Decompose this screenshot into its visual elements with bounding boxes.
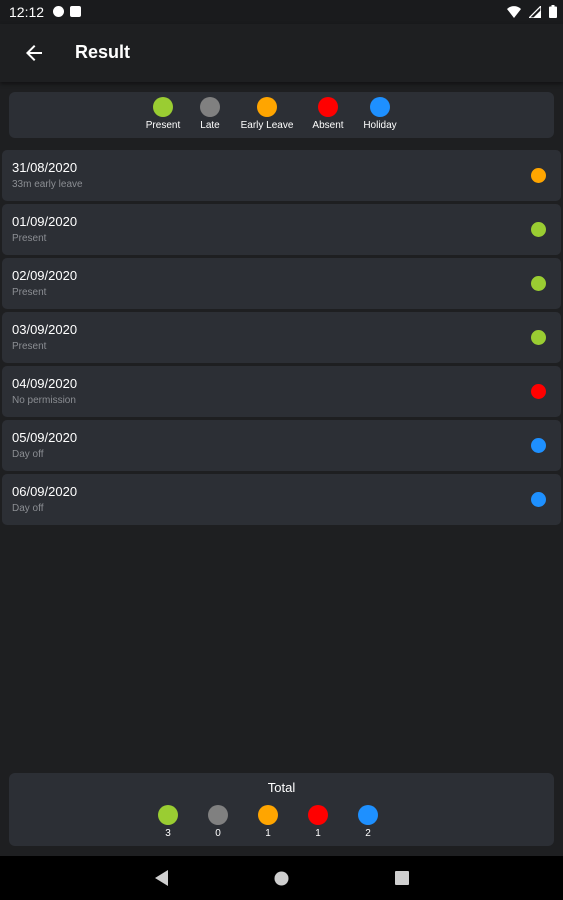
- status-left-icons: [53, 6, 81, 17]
- total-item-present: 3: [153, 805, 183, 839]
- nav-back-icon: [155, 870, 168, 886]
- total-count-absent: 1: [315, 828, 321, 839]
- legend-label-late: Late: [200, 120, 220, 131]
- record-note: Day off: [12, 449, 44, 460]
- record-date: 31/08/2020: [12, 160, 78, 175]
- status-bar: 12:12: [0, 0, 563, 24]
- list-item[interactable]: 01/09/2020 Present: [2, 204, 561, 255]
- list-item[interactable]: 03/09/2020 Present: [2, 312, 561, 363]
- app-bar: Result: [0, 24, 563, 82]
- legend-label-holiday: Holiday: [363, 120, 397, 131]
- record-note: Present: [12, 287, 47, 298]
- list-item[interactable]: 06/09/2020 Day off: [2, 474, 561, 525]
- sd-card-icon: [70, 6, 81, 17]
- total-item-holiday: 2: [353, 805, 383, 839]
- legend-label-early-leave: Early Leave: [240, 120, 294, 131]
- total-card: Total 3 0 1 1 2: [9, 773, 554, 846]
- total-dot-late: [208, 805, 228, 825]
- nav-home-icon: [274, 871, 289, 886]
- record-date: 04/09/2020: [12, 376, 78, 391]
- record-note: Day off: [12, 503, 44, 514]
- system-nav-bar: [0, 856, 563, 900]
- status-dot: [531, 384, 546, 399]
- legend-dot-present: [153, 97, 173, 117]
- page-title: Result: [75, 42, 131, 62]
- record-date: 03/09/2020: [12, 322, 78, 337]
- status-dot: [531, 276, 546, 291]
- legend-item-absent: Absent: [298, 97, 358, 131]
- total-title: Total: [267, 780, 296, 795]
- record-note: Present: [12, 341, 47, 352]
- status-dot: [531, 222, 546, 237]
- record-date: 02/09/2020: [12, 268, 78, 283]
- list-item[interactable]: 02/09/2020 Present: [2, 258, 561, 309]
- signal-icon: [529, 5, 541, 18]
- record-date: 06/09/2020: [12, 484, 78, 499]
- total-count-late: 0: [215, 828, 221, 839]
- record-date: 01/09/2020: [12, 214, 78, 229]
- status-right-icons: [507, 5, 557, 18]
- total-dot-present: [158, 805, 178, 825]
- nav-recents-button[interactable]: [395, 871, 409, 890]
- record-note: No permission: [12, 395, 76, 406]
- legend-label-absent: Absent: [312, 120, 344, 131]
- total-count-holiday: 2: [365, 828, 371, 839]
- list-item[interactable]: 31/08/2020 33m early leave: [2, 150, 561, 201]
- list-item[interactable]: 05/09/2020 Day off: [2, 420, 561, 471]
- legend-item-holiday: Holiday: [350, 97, 410, 131]
- status-dot: [531, 330, 546, 345]
- total-count-early-leave: 1: [265, 828, 271, 839]
- legend-dot-holiday: [370, 97, 390, 117]
- status-dot: [531, 168, 546, 183]
- status-dot: [531, 438, 546, 453]
- record-note: Present: [12, 233, 47, 244]
- battery-icon: [549, 5, 557, 18]
- legend-card: Present Late Early Leave Absent Holiday: [9, 92, 554, 138]
- list-item[interactable]: 04/09/2020 No permission: [2, 366, 561, 417]
- status-time: 12:12: [9, 4, 45, 20]
- total-count-present: 3: [165, 828, 171, 839]
- nav-back-button[interactable]: [154, 869, 170, 892]
- legend-item-early-leave: Early Leave: [237, 97, 297, 131]
- total-dot-absent: [308, 805, 328, 825]
- wifi-icon: [507, 5, 521, 18]
- total-item-late: 0: [203, 805, 233, 839]
- notification-f-icon: [53, 6, 64, 17]
- record-date: 05/09/2020: [12, 430, 78, 445]
- legend-label-present: Present: [145, 120, 181, 131]
- status-dot: [531, 492, 546, 507]
- legend-dot-late: [200, 97, 220, 117]
- record-note: 33m early leave: [12, 179, 83, 190]
- total-item-absent: 1: [303, 805, 333, 839]
- total-dot-early-leave: [258, 805, 278, 825]
- nav-home-button[interactable]: [274, 871, 289, 891]
- legend-item-late: Late: [180, 97, 240, 131]
- total-item-early-leave: 1: [253, 805, 283, 839]
- arrow-back-icon: [26, 45, 42, 61]
- nav-recents-icon: [395, 871, 409, 885]
- legend-dot-absent: [318, 97, 338, 117]
- total-dot-holiday: [358, 805, 378, 825]
- legend-dot-early-leave: [257, 97, 277, 117]
- back-button[interactable]: [22, 41, 46, 65]
